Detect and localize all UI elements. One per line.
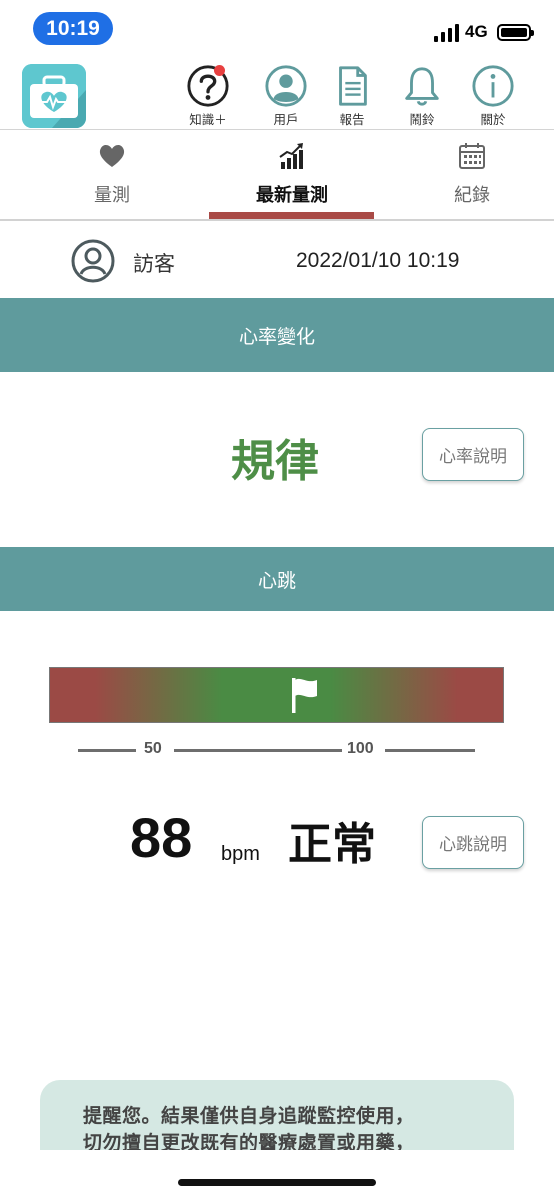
alarm-label: 鬧鈴 (409, 112, 435, 127)
report-label: 報告 (339, 112, 365, 127)
heart-rate-section-title: 心跳 (257, 569, 296, 592)
reminder-line-1: 提醒您。結果僅供自身追蹤監控使用， (83, 1105, 415, 1127)
tab-measure[interactable]: 量測 (20, 131, 204, 219)
user-name: 訪客 (133, 252, 175, 276)
info-icon (472, 65, 514, 107)
tab-bar: 量測 最新量測 紀錄 (0, 131, 554, 221)
flag-icon (292, 678, 317, 713)
rhythm-section-title: 心率變化 (238, 325, 315, 348)
calendar-icon (459, 143, 485, 169)
bar-chart-icon (279, 143, 303, 169)
heart-rate-unit: bpm (221, 843, 260, 865)
user-row: 訪客 2022/01/10 10:19 (0, 222, 554, 298)
heart-rate-status: 正常 (288, 819, 376, 870)
tab-records-label: 紀錄 (454, 185, 490, 206)
heart-rate-value: 88 (130, 806, 193, 869)
report-button[interactable]: 報告 (322, 64, 382, 128)
active-tab-indicator (209, 212, 374, 219)
user-button[interactable]: 用戶 (256, 64, 316, 128)
document-icon (339, 66, 367, 106)
network-type: 4G (465, 22, 488, 41)
tab-measure-label: 量測 (94, 185, 130, 206)
user-label: 用戶 (273, 112, 299, 127)
avatar-icon (71, 239, 115, 283)
scale-tick-100: 100 (347, 740, 374, 757)
battery-icon (497, 24, 534, 41)
reminder-line-2: 切勿擅自更改既有的醫療處置或用藥， (83, 1132, 415, 1150)
app-header: 知識＋ 用戶 報告 鬧鈴 關於 (0, 58, 554, 130)
cellular-signal-icon (434, 24, 459, 42)
gauge-scale: 50 100 (78, 738, 478, 764)
status-bar: 10:19 4G (0, 0, 554, 58)
reminder-card: 提醒您。結果僅供自身追蹤監控使用， 切勿擅自更改既有的醫療處置或用藥， (40, 1080, 514, 1150)
heart-icon (99, 145, 125, 167)
status-time: 10:19 (33, 12, 113, 45)
heart-rate-gauge (49, 667, 504, 723)
tab-latest[interactable]: 最新量測 (200, 131, 384, 219)
home-indicator[interactable] (178, 1179, 376, 1186)
about-label: 關於 (480, 112, 506, 127)
heart-rate-info-button[interactable]: 心跳說明 (422, 816, 524, 869)
bell-icon (405, 67, 439, 106)
rhythm-section-header: 心率變化 (0, 298, 554, 372)
about-button[interactable]: 關於 (463, 64, 523, 128)
tab-records[interactable]: 紀錄 (380, 131, 554, 219)
heart-rate-section-header: 心跳 (0, 547, 554, 611)
rhythm-result: 規律 (231, 436, 319, 487)
scale-tick-50: 50 (144, 740, 162, 757)
measurement-timestamp: 2022/01/10 10:19 (296, 249, 460, 272)
alarm-button[interactable]: 鬧鈴 (392, 64, 452, 128)
tab-latest-label: 最新量測 (256, 185, 328, 206)
notification-badge (214, 65, 225, 76)
app-logo-icon (22, 64, 86, 128)
knowledge-label: 知識＋ (189, 112, 227, 127)
knowledge-button[interactable]: 知識＋ (178, 64, 238, 128)
rhythm-info-button[interactable]: 心率說明 (422, 428, 524, 481)
user-icon (265, 65, 307, 107)
